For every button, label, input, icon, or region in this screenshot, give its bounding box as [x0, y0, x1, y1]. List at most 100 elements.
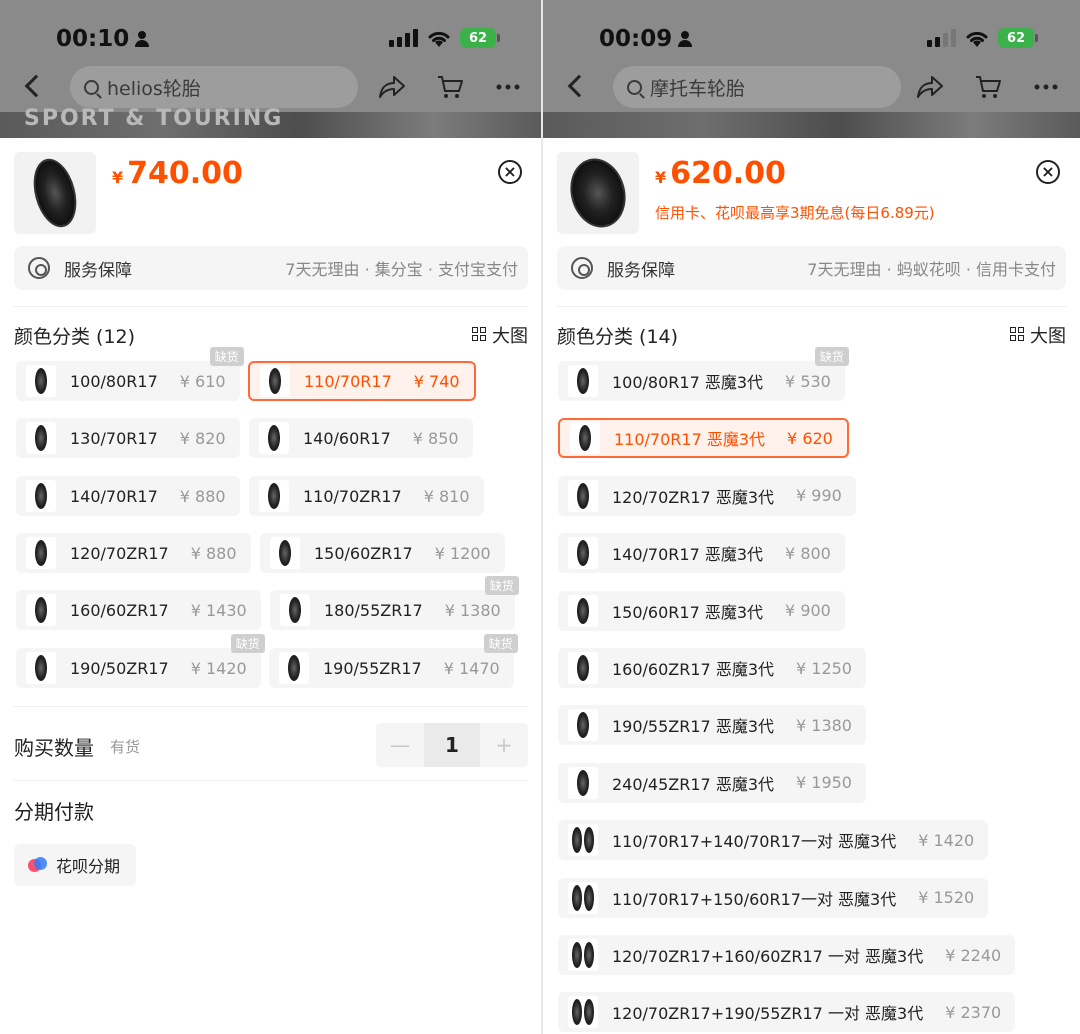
tire-thumbnail-icon — [26, 537, 56, 569]
variant-label: 110/70ZR17 — [303, 486, 402, 506]
price-value: 740.00 — [127, 156, 243, 191]
share-icon[interactable] — [916, 74, 944, 100]
variant-price: ¥ 1420 — [918, 830, 975, 850]
variant-option[interactable]: 190/55ZR17 ¥ 1470 缺货 — [269, 634, 518, 688]
variant-label: 150/60R17 恶魔3代 — [612, 602, 764, 622]
page-header-dimmed: 00:09 62 摩托车轮胎 — [543, 0, 1080, 138]
variant-price: ¥ 810 — [423, 486, 470, 506]
search-input[interactable]: 摩托车轮胎 — [613, 66, 901, 108]
variant-option[interactable]: 120/70ZR17+160/60ZR17 一对 恶魔3代 ¥ 2240 — [558, 935, 1016, 975]
signal-icon — [927, 29, 956, 47]
variant-label: 190/55ZR17 恶魔3代 — [612, 717, 774, 737]
product-price: ¥ 620.00 — [655, 156, 786, 191]
grid-icon — [1010, 327, 1026, 343]
variant-price: ¥ 2240 — [945, 945, 1002, 965]
service-detail: 7天无理由 · 集分宝 · 支付宝支付 — [285, 260, 518, 279]
variant-option[interactable]: 100/80R17 恶魔3代 ¥ 530 缺货 — [558, 347, 849, 401]
tire-thumbnail-icon — [568, 652, 598, 684]
battery-level: 62 — [468, 30, 488, 46]
increment-button[interactable]: + — [480, 723, 528, 767]
status-time: 00:09 — [599, 26, 693, 52]
tire-thumbnail-icon — [280, 594, 310, 626]
variant-label: 240/45ZR17 恶魔3代 — [612, 774, 774, 794]
product-thumbnail[interactable] — [14, 152, 96, 234]
variant-option[interactable]: 150/60R17 恶魔3代 ¥ 900 — [558, 590, 845, 631]
variant-option[interactable]: 190/50ZR17 ¥ 1420 缺货 — [16, 634, 265, 688]
variant-option[interactable]: 180/55ZR17 ¥ 1380 缺货 — [270, 576, 519, 630]
search-input[interactable]: helios轮胎 — [70, 66, 358, 108]
divider — [557, 306, 1066, 307]
variant-label: 110/70R17 恶魔3代 — [614, 430, 766, 450]
variant-price: ¥ 1950 — [796, 773, 852, 793]
huabei-option[interactable]: 花呗分期 — [14, 844, 137, 886]
close-icon[interactable]: × — [498, 160, 522, 184]
sku-sheet: ¥ 740.00 × 服务保障 7天无理由 · 集分宝 · 支付宝支付 颜色分类… — [0, 138, 542, 1034]
service-guarantee[interactable]: 服务保障 7天无理由 · 蚂蚁花呗 · 信用卡支付 — [557, 246, 1066, 290]
tire-thumbnail-icon — [568, 996, 598, 1029]
variant-option[interactable]: 130/70R17 ¥ 820 — [16, 418, 240, 458]
quantity-stepper[interactable]: — 1 + — [376, 723, 528, 767]
service-guarantee[interactable]: 服务保障 7天无理由 · 集分宝 · 支付宝支付 — [14, 246, 528, 290]
variant-option[interactable]: 120/70ZR17 ¥ 880 — [16, 533, 251, 573]
variant-label: 130/70R17 — [70, 428, 158, 448]
variant-option[interactable]: 150/60ZR17 ¥ 1200 — [260, 533, 505, 573]
variant-price: ¥ 1430 — [190, 600, 247, 620]
tire-thumbnail-icon — [568, 939, 598, 971]
variant-price: ¥ 530 — [785, 371, 831, 391]
tire-thumbnail-icon — [26, 422, 56, 454]
more-icon[interactable] — [494, 74, 522, 100]
variant-price: ¥ 800 — [785, 543, 831, 563]
variant-option[interactable]: 190/55ZR17 恶魔3代 ¥ 1380 — [558, 705, 866, 746]
person-icon — [678, 31, 693, 47]
tire-thumbnail-icon — [568, 594, 598, 627]
variant-option[interactable]: 110/70R17+150/60R17一对 恶魔3代 ¥ 1520 — [558, 877, 989, 918]
currency-symbol: ¥ — [112, 168, 124, 187]
back-icon[interactable] — [567, 74, 591, 98]
variant-option[interactable]: 140/70R17 ¥ 880 — [16, 476, 240, 516]
more-icon[interactable] — [1032, 74, 1060, 100]
variant-option[interactable]: 140/70R17 恶魔3代 ¥ 800 — [558, 533, 845, 574]
status-indicators: 62 — [389, 28, 500, 48]
big-image-toggle[interactable]: 大图 — [1010, 322, 1066, 348]
person-icon — [135, 31, 150, 47]
back-icon[interactable] — [24, 74, 48, 98]
variant-price: ¥ 2370 — [945, 1002, 1002, 1022]
big-image-toggle[interactable]: 大图 — [472, 322, 528, 348]
service-label: 服务保障 — [607, 260, 675, 281]
variant-label: 140/70R17 — [70, 486, 158, 506]
installment-title: 分期付款 — [14, 800, 94, 824]
quantity-value[interactable]: 1 — [424, 723, 480, 767]
variant-option[interactable]: 110/70ZR17 ¥ 810 — [249, 476, 484, 516]
quantity-label: 购买数量 — [14, 736, 94, 760]
variant-option[interactable]: 120/70ZR17+190/55ZR17 一对 恶魔3代 ¥ 2370 — [558, 992, 1016, 1033]
variant-option[interactable]: 240/45ZR17 恶魔3代 ¥ 1950 — [558, 762, 866, 803]
variant-option[interactable]: 160/60ZR17 ¥ 1430 — [16, 590, 261, 630]
variant-option[interactable]: 160/60ZR17 恶魔3代 ¥ 1250 — [558, 648, 866, 688]
cart-icon[interactable] — [436, 74, 464, 100]
variant-price: ¥ 1250 — [796, 658, 852, 678]
variant-option[interactable]: 140/60R17 ¥ 850 — [249, 418, 473, 458]
out-of-stock-badge: 缺货 — [484, 576, 519, 595]
tire-thumbnail-icon — [568, 824, 598, 857]
variant-option[interactable]: 110/70R17 ¥ 740 — [248, 361, 476, 401]
product-price: ¥ 740.00 — [112, 156, 243, 191]
variant-label: 150/60ZR17 — [314, 543, 413, 563]
variant-option[interactable]: 100/80R17 ¥ 610 缺货 — [16, 347, 244, 401]
product-thumbnail[interactable] — [557, 152, 639, 234]
badge-icon — [571, 257, 593, 279]
decrement-button[interactable]: — — [376, 723, 424, 767]
close-icon[interactable]: × — [1036, 160, 1060, 184]
search-query: 摩托车轮胎 — [650, 77, 746, 100]
tire-thumbnail-icon — [568, 537, 598, 570]
variant-option[interactable]: 110/70R17 恶魔3代 ¥ 620 — [558, 418, 849, 459]
share-icon[interactable] — [378, 74, 406, 100]
battery-icon: 62 — [460, 28, 500, 48]
cart-icon[interactable] — [974, 74, 1002, 100]
variant-price: ¥ 880 — [179, 486, 226, 506]
price-value: 620.00 — [670, 156, 786, 191]
variant-option[interactable]: 110/70R17+140/70R17一对 恶魔3代 ¥ 1420 — [558, 820, 989, 861]
status-time-text: 00:09 — [599, 26, 673, 52]
variant-option[interactable]: 120/70ZR17 恶魔3代 ¥ 990 — [558, 475, 856, 516]
variant-price: ¥ 1470 — [443, 658, 500, 678]
status-time-text: 00:10 — [56, 26, 130, 52]
